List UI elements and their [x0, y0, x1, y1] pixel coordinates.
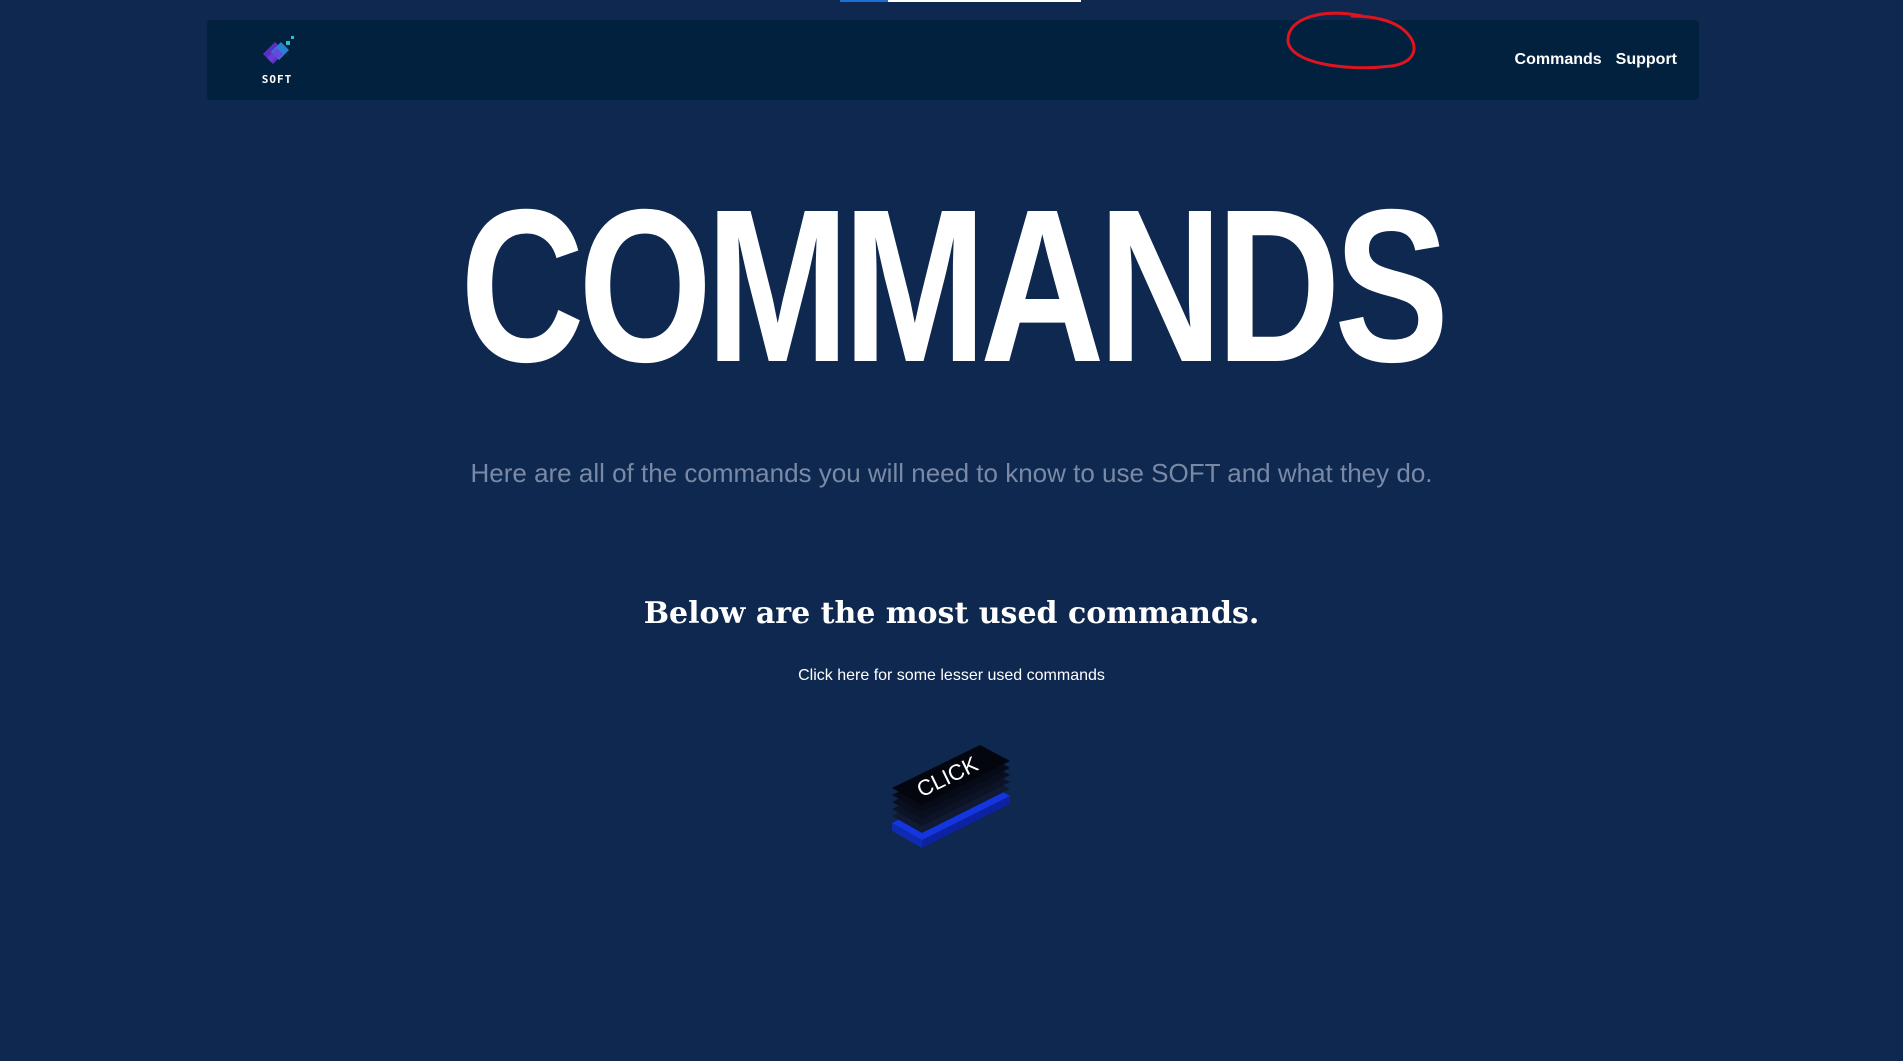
lesser-commands-text: Click here for some lesser used commands [0, 667, 1903, 685]
section-heading: Below are the most used commands. [643, 596, 1260, 631]
nav-link-support[interactable]: Support [1616, 51, 1677, 69]
nav-links: Commands Support [1515, 20, 1677, 100]
nav-link-commands[interactable]: Commands [1515, 51, 1602, 69]
logo-icon [263, 36, 294, 64]
top-scroll-indicator [840, 0, 1081, 2]
logo[interactable]: SOFT [253, 32, 301, 88]
logo-text: SOFT [261, 73, 293, 86]
top-scroll-indicator-active [840, 0, 888, 2]
lesser-commands-link[interactable]: Click here for some lesser used commands [798, 667, 1105, 684]
page-subtitle: Here are all of the commands you will ne… [470, 458, 1433, 488]
navbar: SOFT Commands Support [207, 20, 1699, 100]
click-button-graphic: CLICK [892, 745, 1010, 848]
page: SOFT Commands Support COMMANDS Here are … [0, 0, 1903, 1061]
click-button[interactable]: CLICK [880, 738, 1020, 858]
page-title: COMMANDS [460, 165, 1449, 408]
